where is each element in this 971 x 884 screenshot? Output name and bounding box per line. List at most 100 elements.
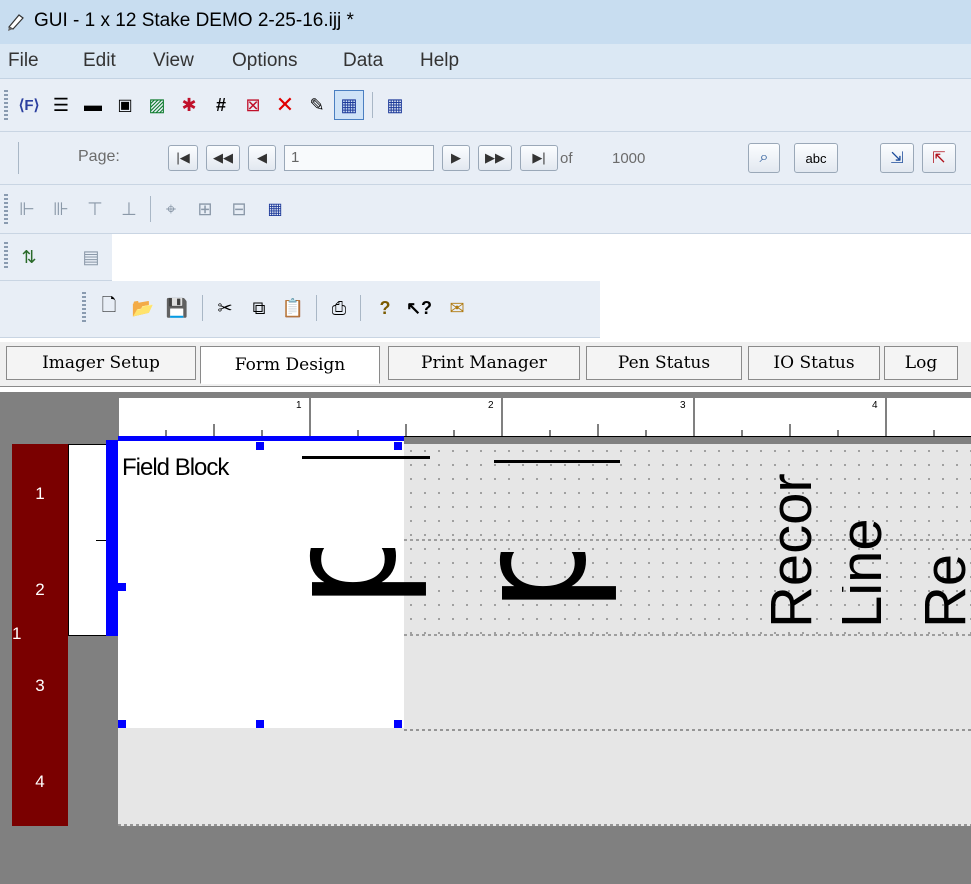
align-right-icon[interactable]: ⊪ (48, 196, 74, 222)
cut-icon[interactable]: ✂ (212, 295, 238, 321)
selection-left-edge (106, 440, 118, 636)
zoom-icon[interactable]: ⌕ (748, 143, 780, 173)
total-pages: 1000 (612, 150, 646, 167)
line-field[interactable] (494, 460, 620, 463)
align-toolbar (0, 185, 971, 234)
resize-handle[interactable] (394, 442, 402, 450)
fast-forward-button[interactable]: ▶▶ (478, 145, 512, 171)
menu-edit[interactable]: Edit (83, 50, 116, 72)
tab-print-manager[interactable]: Print Manager (388, 346, 580, 380)
save-icon[interactable]: 💾 (164, 295, 190, 321)
first-page-button[interactable]: |◀ (168, 145, 198, 171)
paste-icon[interactable]: 📋 (280, 295, 306, 321)
fast-back-button[interactable]: ◀◀ (206, 145, 240, 171)
barcode-field-icon[interactable]: ▣ (112, 92, 138, 118)
print-icon[interactable]: ⎙ (326, 295, 352, 321)
toolbar-grip[interactable] (4, 194, 8, 224)
toolbar-separator (316, 295, 317, 321)
rotated-text: Line (842, 518, 886, 628)
grid-view-icon[interactable]: ▦ (334, 90, 364, 120)
menu-data[interactable]: Data (343, 50, 383, 72)
toolbar-separator (202, 295, 203, 321)
center-icon[interactable]: ⌖ (158, 196, 184, 222)
context-help-icon[interactable]: ↖? (406, 295, 432, 321)
same-width-icon[interactable]: ⊞ (192, 196, 218, 222)
export-icon[interactable]: ⇱ (922, 143, 956, 173)
delete-frame-icon[interactable]: ⊠ (240, 92, 266, 118)
row-number: 3 (35, 676, 45, 695)
app-icon (8, 14, 24, 31)
tab-form-design[interactable]: Form Design (200, 346, 380, 384)
align-left-icon[interactable]: ⊩ (14, 196, 40, 222)
text-field-icon[interactable]: ☰ (48, 92, 74, 118)
toolbar-grip[interactable] (82, 292, 86, 324)
import-icon[interactable]: ⇲ (880, 143, 914, 173)
toolbar-separator (150, 196, 151, 222)
table-icon[interactable]: ▦ (382, 92, 408, 118)
menu-options[interactable]: Options (232, 50, 297, 72)
menu-view[interactable]: View (153, 50, 194, 72)
rotated-text: Re (914, 553, 971, 628)
toolbar-grip[interactable] (4, 242, 8, 270)
tab-io-status[interactable]: IO Status (748, 346, 880, 380)
menu-bar (0, 44, 971, 79)
resize-handle[interactable] (256, 442, 264, 450)
selection-top-edge (118, 436, 404, 441)
last-page-button[interactable]: ▶| (520, 145, 558, 171)
rotated-text-field[interactable]: Re (914, 518, 971, 628)
align-top-icon[interactable]: ⊤ (82, 196, 108, 222)
glyph-text: d (296, 548, 432, 609)
align-bottom-icon[interactable]: ⊥ (116, 196, 142, 222)
ruler-label: 2 (488, 400, 494, 411)
image-field-icon[interactable]: ▨ (144, 92, 170, 118)
tab-pen-status[interactable]: Pen Status (586, 346, 742, 380)
left-marker: 1 (12, 624, 22, 643)
page-label: Page: (78, 148, 120, 165)
toolbar-separator (18, 142, 19, 174)
resize-handle[interactable] (118, 720, 126, 728)
menu-file[interactable]: File (8, 50, 39, 72)
field-block-label: Field Block (122, 454, 229, 481)
menu-help[interactable]: Help (420, 50, 459, 72)
resize-handle[interactable] (394, 720, 402, 728)
text-field-glyph[interactable]: d (296, 548, 432, 638)
delete-icon[interactable]: ✕ (272, 92, 298, 118)
graphic-field-icon[interactable]: ✱ (176, 92, 202, 118)
abc-button[interactable]: abc (794, 143, 838, 173)
tab-log[interactable]: Log (884, 346, 958, 380)
rotated-text-field[interactable]: Recor (760, 458, 826, 628)
same-height-icon[interactable]: ⊟ (226, 196, 252, 222)
page-border-lines (118, 729, 971, 826)
help-icon[interactable]: ? (372, 295, 398, 321)
of-label: of (560, 150, 573, 167)
window-title: GUI - 1 x 12 Stake DEMO 2-25-16.ijj * (34, 10, 354, 31)
data-sort-icon[interactable]: ⇅ (16, 244, 42, 270)
counter-field-icon[interactable]: # (208, 92, 234, 118)
about-icon[interactable]: ✉ (444, 295, 470, 321)
text-field-glyph[interactable]: d (486, 552, 622, 638)
next-page-button[interactable]: ▶ (442, 145, 470, 171)
prev-page-button[interactable]: ◀ (248, 145, 276, 171)
ruler-label: 3 (680, 400, 686, 411)
properties-icon[interactable]: ✎ (304, 92, 330, 118)
copy-icon[interactable]: ⧉ (246, 295, 272, 321)
toolbar-grip[interactable] (4, 90, 8, 120)
tab-imager-setup[interactable]: Imager Setup (6, 346, 196, 380)
formula-field-icon[interactable]: ⟨F⟩ (16, 92, 42, 118)
line-field[interactable] (302, 456, 430, 459)
ruler-label: 4 (872, 400, 878, 411)
page-setup-icon[interactable]: ▤ (78, 244, 104, 270)
new-file-icon[interactable]: 🗋 (96, 295, 122, 321)
glyph-text: d (486, 552, 622, 613)
line-field-icon[interactable]: ▬ (80, 92, 106, 118)
page-number-input[interactable]: 1 (284, 145, 434, 171)
rotated-text-field[interactable]: Line (842, 500, 886, 628)
ruler-ticks (118, 398, 935, 436)
resize-handle[interactable] (118, 583, 126, 591)
toolbar-separator (360, 295, 361, 321)
rotated-text: Recor (760, 473, 824, 628)
open-folder-icon[interactable]: 📂 (130, 295, 156, 321)
table-layout-icon[interactable]: ▦ (262, 196, 288, 222)
row-number: 1 (35, 484, 45, 503)
resize-handle[interactable] (256, 720, 264, 728)
